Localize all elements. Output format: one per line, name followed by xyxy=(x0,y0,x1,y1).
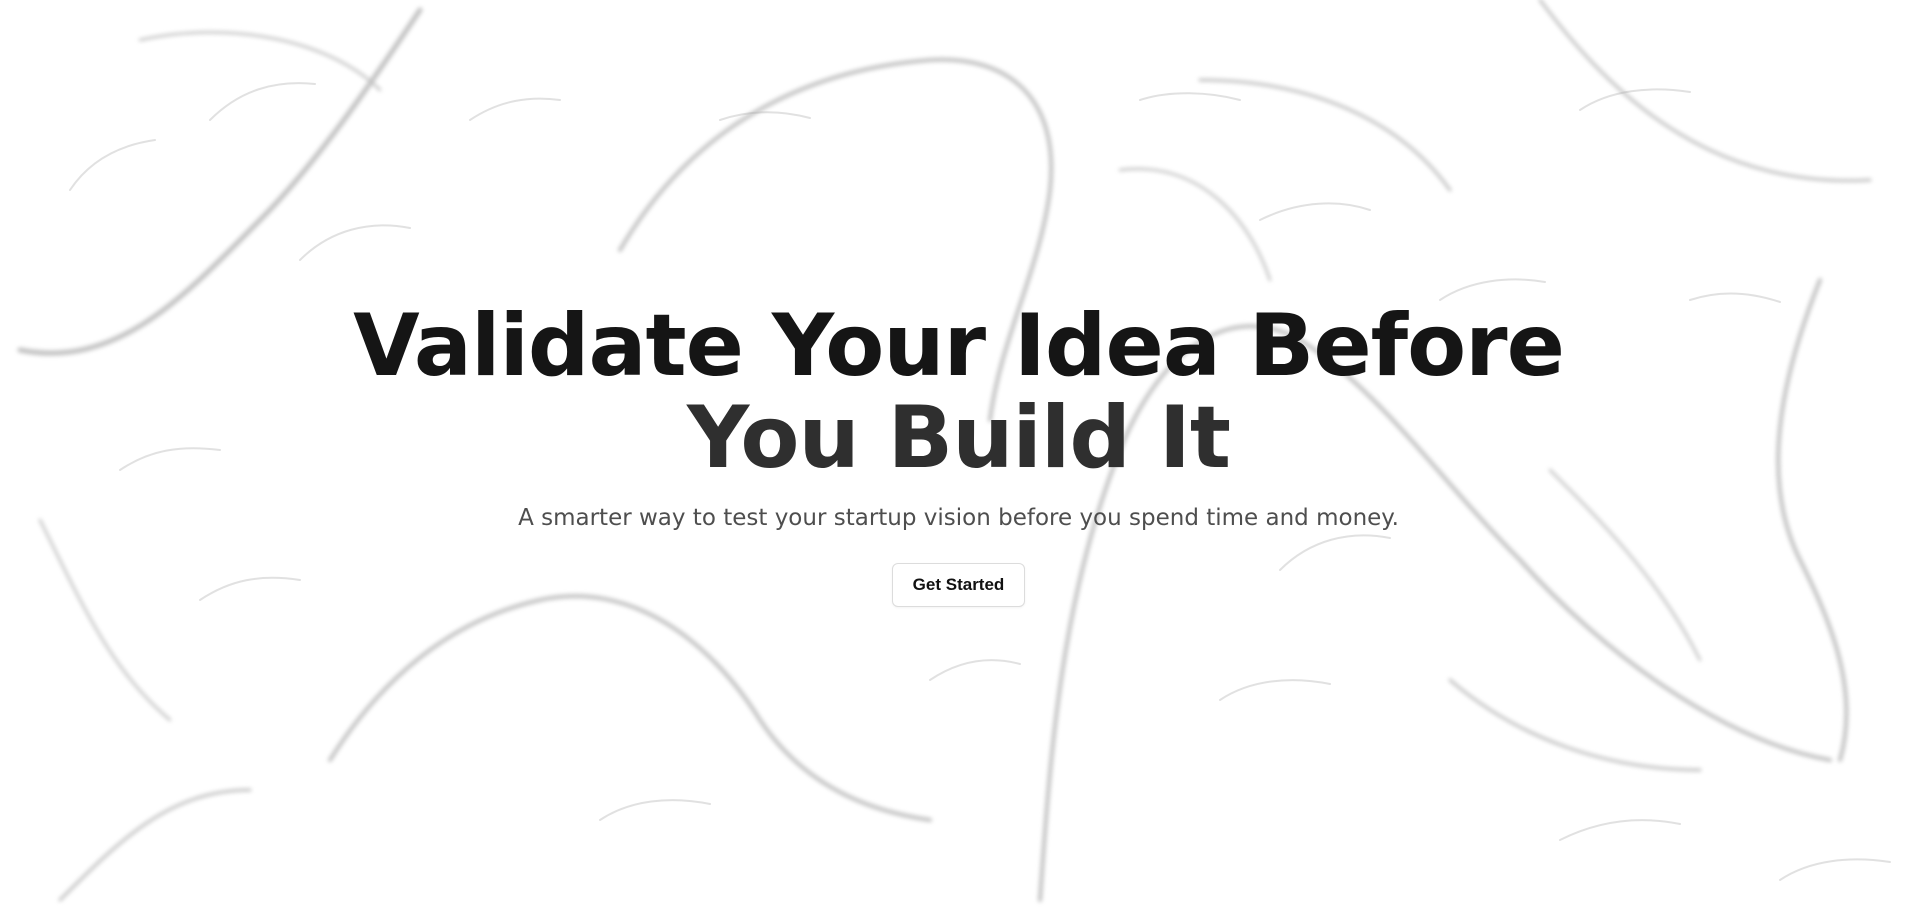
hero-title: Validate Your Idea Before You Build It xyxy=(309,300,1609,484)
landing-page: Validate Your Idea Before You Build It A… xyxy=(0,0,1917,913)
hero-title-line-2: You Build It xyxy=(687,388,1231,488)
get-started-button[interactable]: Get Started xyxy=(891,563,1026,607)
hero-title-line-1: Validate Your Idea Before xyxy=(353,296,1565,396)
hero-section: Validate Your Idea Before You Build It A… xyxy=(0,0,1917,913)
hero-subtitle: A smarter way to test your startup visio… xyxy=(518,505,1399,531)
